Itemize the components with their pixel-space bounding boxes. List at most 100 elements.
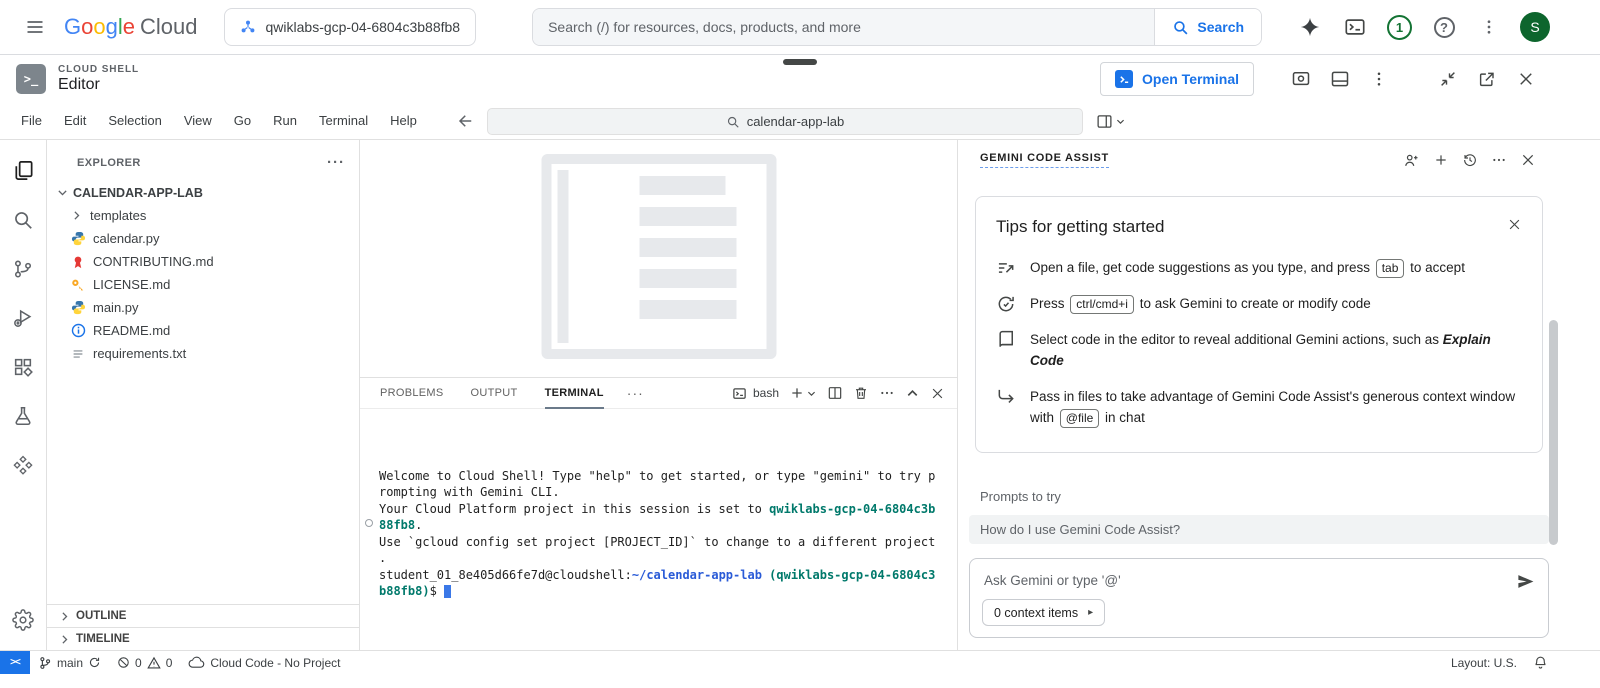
global-search-input[interactable] xyxy=(548,19,1139,35)
menu-edit[interactable]: Edit xyxy=(53,108,97,134)
explorer-item-requirements.txt[interactable]: requirements.txt xyxy=(47,342,359,365)
activity-source-control-button[interactable] xyxy=(1,244,45,293)
tips-card: Tips for getting started Open a file, ge… xyxy=(975,196,1543,453)
explorer-item-main.py[interactable]: main.py xyxy=(47,296,359,319)
gemini-add-button[interactable] xyxy=(1433,152,1449,168)
new-terminal-button[interactable] xyxy=(789,385,805,401)
section-outline[interactable]: OUTLINE xyxy=(47,604,359,627)
arrow-left-icon xyxy=(457,112,475,130)
file-navigation-bar[interactable]: calendar-app-lab xyxy=(487,108,1083,135)
explorer-item-LICENSE.md[interactable]: LICENSE.md xyxy=(47,273,359,296)
menu-run[interactable]: Run xyxy=(262,108,308,134)
menu-selection[interactable]: Selection xyxy=(97,108,172,134)
menu-file[interactable]: File xyxy=(10,108,53,134)
minimize-shell-button[interactable] xyxy=(1432,63,1464,95)
gemini-more-button[interactable] xyxy=(1491,152,1507,168)
maximize-panel-button[interactable] xyxy=(905,386,920,401)
gemini-tip: Select code in the editor to reveal addi… xyxy=(996,329,1522,371)
search-icon xyxy=(12,209,34,231)
project-selector-button[interactable]: qwiklabs-gcp-04-6804c3b88fb8 xyxy=(224,8,477,46)
activity-search-button[interactable] xyxy=(1,195,45,244)
activity-test-button[interactable] xyxy=(1,391,45,440)
terminal-shell-selector[interactable]: bash xyxy=(732,386,779,401)
google-cloud-logo[interactable]: Google Cloud xyxy=(64,14,198,40)
kill-terminal-button[interactable] xyxy=(853,385,869,401)
readme-file-icon xyxy=(70,323,86,339)
open-in-new-window-button[interactable] xyxy=(1471,63,1503,95)
terminal-more-button[interactable] xyxy=(879,385,895,401)
close-panel-button[interactable] xyxy=(930,386,945,401)
prompt-suggestion[interactable]: How do I use Gemini Code Assist? xyxy=(969,515,1549,544)
terminal-content[interactable]: Welcome to Cloud Shell! Type "help" to g… xyxy=(360,409,957,650)
gemini-chat-input[interactable] xyxy=(984,573,1468,588)
gemini-new-chat-button[interactable] xyxy=(1403,152,1420,169)
notification-badge[interactable]: 1 xyxy=(1387,15,1412,40)
menu-go[interactable]: Go xyxy=(223,108,262,134)
cloud-shell-button[interactable] xyxy=(1337,9,1373,45)
close-shell-button[interactable] xyxy=(1510,63,1542,95)
terminal-type-dropdown[interactable] xyxy=(806,388,817,399)
panel-drag-handle[interactable] xyxy=(783,59,817,65)
help-button[interactable]: ? xyxy=(1426,9,1462,45)
panel-tabs-more-icon[interactable]: ··· xyxy=(627,385,644,401)
section-timeline[interactable]: TIMELINE xyxy=(47,627,359,650)
menu-help[interactable]: Help xyxy=(379,108,428,134)
menu-view[interactable]: View xyxy=(173,108,223,134)
shell-more-button[interactable] xyxy=(1363,63,1395,95)
split-terminal-button[interactable] xyxy=(827,385,843,401)
gemini-spark-icon xyxy=(1299,16,1321,38)
gemini-close-button[interactable] xyxy=(1520,152,1536,168)
toggle-panel-button[interactable] xyxy=(1324,63,1356,95)
activity-run-debug-button[interactable] xyxy=(1,293,45,342)
gemini-spark-button[interactable] xyxy=(1292,9,1328,45)
settings-button[interactable] xyxy=(1,595,45,644)
git-branch-item[interactable]: main xyxy=(30,651,109,674)
explorer-item-calendar.py[interactable]: calendar.py xyxy=(47,227,359,250)
send-button[interactable] xyxy=(1516,572,1535,591)
chevron-up-icon xyxy=(905,386,920,401)
activity-extensions-button[interactable] xyxy=(1,342,45,391)
explorer-title: EXPLORER xyxy=(77,157,141,169)
user-avatar[interactable]: S xyxy=(1520,12,1550,42)
cloud-code-item[interactable]: Cloud Code - No Project xyxy=(180,651,348,674)
open-terminal-button[interactable]: Open Terminal xyxy=(1100,62,1254,96)
activity-explorer-button[interactable] xyxy=(1,146,45,195)
remote-indicator-button[interactable]: >< xyxy=(0,651,30,674)
context-items-button[interactable]: 0 context items ▸ xyxy=(982,599,1105,626)
more-options-button[interactable] xyxy=(1471,9,1507,45)
tip-text: Pass in files to take advantage of Gemin… xyxy=(1030,386,1522,428)
menu-terminal[interactable]: Terminal xyxy=(308,108,379,134)
search-icon xyxy=(726,115,740,129)
navigate-back-button[interactable] xyxy=(454,109,478,133)
search-button[interactable]: Search xyxy=(1154,9,1261,45)
panel-tab-output[interactable]: OUTPUT xyxy=(471,378,518,409)
web-preview-button[interactable] xyxy=(1285,63,1317,95)
notifications-bell-button[interactable] xyxy=(1533,655,1548,670)
gemini-history-button[interactable] xyxy=(1462,152,1478,168)
cloud-shell-editor-window: Google Cloud qwiklabs-gcp-04-6804c3b88fb… xyxy=(0,0,1600,688)
explorer-item-templates[interactable]: templates xyxy=(47,204,359,227)
explorer-item-README.md[interactable]: README.md xyxy=(47,319,359,342)
tips-close-button[interactable] xyxy=(1507,217,1522,232)
chevron-down-icon xyxy=(1115,116,1126,127)
chevron-down-icon xyxy=(806,388,817,399)
panel-tab-problems[interactable]: PROBLEMS xyxy=(380,378,444,409)
close-icon xyxy=(1520,152,1536,168)
keyboard-layout[interactable]: Layout: U.S. xyxy=(1451,656,1517,670)
vertical-dots-icon xyxy=(1370,70,1388,88)
hamburger-menu-button[interactable] xyxy=(14,6,56,48)
search-button-label: Search xyxy=(1197,19,1244,35)
panel-tab-terminal[interactable]: TERMINAL xyxy=(545,378,604,409)
activity-gemini-button[interactable] xyxy=(1,440,45,489)
terminal-project-text: 88fb8 xyxy=(379,518,415,532)
generate-code-icon xyxy=(996,294,1016,314)
top-bar-actions: 1 ? S xyxy=(1292,9,1550,45)
global-search-field[interactable] xyxy=(533,9,1154,45)
explorer-more-icon[interactable]: ··· xyxy=(327,154,345,171)
explorer-item-CONTRIBUTING.md[interactable]: CONTRIBUTING.md xyxy=(47,250,359,273)
problems-item[interactable]: 0 0 xyxy=(109,651,180,674)
gemini-scrollbar-thumb[interactable] xyxy=(1549,320,1558,545)
editor-layout-button[interactable] xyxy=(1096,108,1126,135)
context-file-icon xyxy=(996,387,1016,407)
explorer-root-folder[interactable]: CALENDAR-APP-LAB xyxy=(47,181,359,204)
